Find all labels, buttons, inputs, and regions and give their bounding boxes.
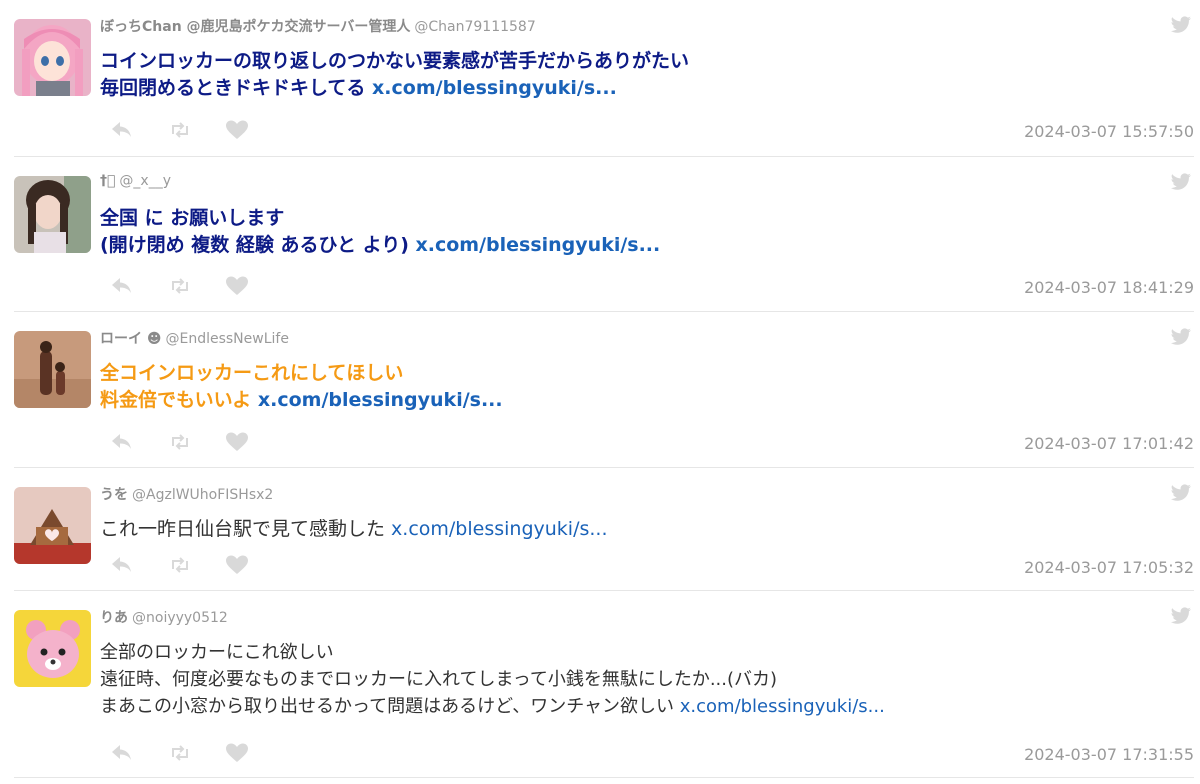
timestamp[interactable]: 2024-03-07 15:57:50 — [1024, 122, 1194, 141]
timestamp[interactable]: 2024-03-07 17:31:55 — [1024, 745, 1194, 764]
retweet-icon[interactable] — [168, 431, 192, 453]
retweet-icon[interactable] — [168, 275, 192, 297]
bird-icon[interactable] — [1170, 328, 1192, 346]
tweet-text-line: 遠征時、何度必要なものまでロッカーに入れてしまって小銭を無駄にしたか...(バカ… — [100, 669, 778, 690]
heart-icon[interactable] — [225, 554, 249, 576]
tweet-text-line: 全国 に お願いします — [100, 207, 285, 229]
timestamp[interactable]: 2024-03-07 18:41:29 — [1024, 278, 1194, 297]
avatar[interactable] — [14, 19, 91, 96]
tweet-header: りあ @noiyyy0512 — [100, 607, 228, 627]
tweet-link[interactable]: x.com/blessingyuki/s... — [680, 696, 885, 717]
heart-icon[interactable] — [225, 119, 249, 141]
avatar[interactable] — [14, 176, 91, 253]
timestamp[interactable]: 2024-03-07 17:05:32 — [1024, 558, 1194, 577]
tweet-text-line: 全部のロッカーにこれ欲しい — [100, 642, 334, 663]
display-name[interactable]: †⃞ — [100, 173, 115, 189]
tweet-header: うを @AgzlWUhoFISHsx2 — [100, 484, 273, 504]
tweet-feed: ぼっちChan @鹿児島ポケカ交流サーバー管理人 @Chan79111587 コイ… — [0, 0, 1200, 784]
user-handle[interactable]: @EndlessNewLife — [165, 331, 288, 347]
tweet-item[interactable]: うを @AgzlWUhoFISHsx2 これ一昨日仙台駅で見て感動した x.com… — [0, 468, 1200, 591]
heart-icon[interactable] — [225, 742, 249, 764]
user-handle[interactable]: @Chan79111587 — [414, 19, 535, 35]
avatar[interactable] — [14, 610, 91, 687]
bird-icon[interactable] — [1170, 607, 1192, 625]
reply-icon[interactable] — [110, 275, 134, 297]
tweet-text: コインロッカーの取り返しのつかない要素感が苦手だからありがたい 毎回閉めるときド… — [100, 48, 689, 102]
tweet-item[interactable]: †⃞ @_x__y 全国 に お願いします (開け閉め 複数 経験 あるひと より… — [0, 157, 1200, 312]
heart-icon[interactable] — [225, 431, 249, 453]
user-handle[interactable]: @_x__y — [119, 173, 171, 189]
bird-icon[interactable] — [1170, 484, 1192, 502]
reply-icon[interactable] — [110, 742, 134, 764]
reply-icon[interactable] — [110, 119, 134, 141]
tweet-item[interactable]: ローイ ☻ @EndlessNewLife 全コインロッカーこれにしてほしい 料金… — [0, 312, 1200, 468]
tweet-text-line: 毎回閉めるときドキドキしてる — [100, 77, 373, 99]
tweet-link[interactable]: x.com/blessingyuki/s... — [372, 77, 617, 99]
display-name[interactable]: ぼっちChan @鹿児島ポケカ交流サーバー管理人 — [100, 19, 410, 35]
tweet-link[interactable]: x.com/blessingyuki/s... — [258, 389, 503, 411]
reply-icon[interactable] — [110, 554, 134, 576]
tweet-text-line: まあこの小窓から取り出せるかって問題はあるけど、ワンチャン欲しい — [100, 696, 680, 717]
tweet-text-line: 料金倍でもいいよ — [100, 389, 258, 411]
tweet-item[interactable]: りあ @noiyyy0512 全部のロッカーにこれ欲しい 遠征時、何度必要なものま… — [0, 591, 1200, 784]
tweet-text-line: 全コインロッカーこれにしてほしい — [100, 362, 404, 384]
tweet-text-line: コインロッカーの取り返しのつかない要素感が苦手だからありがたい — [100, 50, 690, 72]
tweet-header: ローイ ☻ @EndlessNewLife — [100, 328, 289, 348]
timestamp[interactable]: 2024-03-07 17:01:42 — [1024, 434, 1194, 453]
retweet-icon[interactable] — [168, 742, 192, 764]
avatar[interactable] — [14, 487, 91, 564]
tweet-text-line: (開け閉め 複数 経験 あるひと より) — [100, 234, 416, 256]
tweet-text: これ一昨日仙台駅で見て感動した x.com/blessingyuki/s... — [100, 516, 608, 543]
tweet-item[interactable]: ぼっちChan @鹿児島ポケカ交流サーバー管理人 @Chan79111587 コイ… — [0, 0, 1200, 157]
display-name[interactable]: うを — [100, 487, 128, 503]
tweet-header: †⃞ @_x__y — [100, 173, 171, 189]
user-handle[interactable]: @AgzlWUhoFISHsx2 — [132, 487, 273, 503]
tweet-text-line: これ一昨日仙台駅で見て感動した — [100, 518, 392, 540]
tweet-link[interactable]: x.com/blessingyuki/s... — [416, 234, 661, 256]
display-name[interactable]: ローイ ☻ — [100, 331, 161, 347]
tweet-text: 全国 に お願いします (開け閉め 複数 経験 あるひと より) x.com/b… — [100, 205, 660, 259]
retweet-icon[interactable] — [168, 119, 192, 141]
tweet-text: 全コインロッカーこれにしてほしい 料金倍でもいいよ x.com/blessing… — [100, 360, 503, 414]
divider — [14, 777, 1194, 778]
bird-icon[interactable] — [1170, 173, 1192, 191]
tweet-link[interactable]: x.com/blessingyuki/s... — [391, 518, 607, 540]
heart-icon[interactable] — [225, 275, 249, 297]
bird-icon[interactable] — [1170, 16, 1192, 34]
reply-icon[interactable] — [110, 431, 134, 453]
tweet-header: ぼっちChan @鹿児島ポケカ交流サーバー管理人 @Chan79111587 — [100, 16, 536, 36]
user-handle[interactable]: @noiyyy0512 — [132, 610, 228, 626]
avatar[interactable] — [14, 331, 91, 408]
retweet-icon[interactable] — [168, 554, 192, 576]
tweet-text: 全部のロッカーにこれ欲しい 遠征時、何度必要なものまでロッカーに入れてしまって小… — [100, 639, 885, 720]
display-name[interactable]: りあ — [100, 610, 128, 626]
